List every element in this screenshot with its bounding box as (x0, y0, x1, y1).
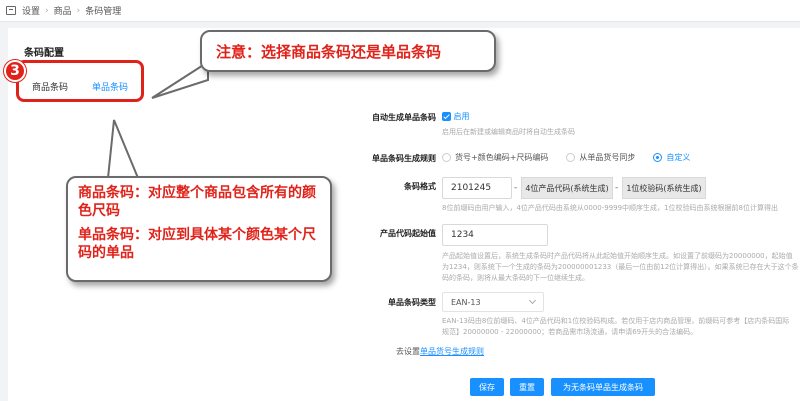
start-hint-line1: 产品起始值设置后，系统生成条码时产品代码将从此起始值开始顺序生成。如设置了前缀码… (442, 252, 793, 260)
format-separator: - (514, 183, 518, 193)
type-hint-line1: EAN-13码由8位前缀码、4位产品代码和1位校验码构成。若仅用于店内商品管理，… (442, 317, 790, 325)
generate-barcode-button[interactable]: 为无条码单品生成条码 (551, 378, 655, 396)
rule-option-sync[interactable]: 从单品货号同步 (566, 152, 635, 163)
breadcrumb-separator: › (45, 5, 49, 16)
goto-prefix: 去设置 (396, 347, 420, 356)
start-hint-line2: 为1234，则系统下一个生成的条码为200000001233（最后一位由前12位… (442, 263, 799, 271)
rule-label: 单品条码生成规则 (372, 154, 436, 163)
rule-option-custom[interactable]: 自定义 (653, 152, 690, 163)
home-icon[interactable] (6, 6, 16, 15)
rule-radio-group: 货号+颜色编码+尺码编码 从单品货号同步 自定义 (442, 152, 690, 163)
auto-gen-checkbox-label: 启用 (453, 112, 470, 121)
type-select[interactable]: EAN-13 (442, 292, 544, 312)
check-digit-segment: 1位校验码(系统生成) (622, 177, 706, 199)
sku-rule-link[interactable]: 单品货号生成规则 (420, 347, 484, 356)
type-label: 单品条码类型 (388, 298, 436, 307)
callout-pointer-2 (106, 119, 140, 179)
rule-option-label: 货号+颜色编码+尺码编码 (455, 153, 549, 162)
prefix-input[interactable]: 2101245 (442, 177, 512, 199)
rule-option-sku-color-size[interactable]: 货号+颜色编码+尺码编码 (442, 152, 548, 163)
radio-selected-icon[interactable] (653, 153, 663, 162)
rule-option-label: 从单品货号同步 (579, 153, 636, 162)
step-badge: 3 (4, 60, 26, 82)
start-value-label: 产品代码起始值 (380, 229, 436, 238)
auto-gen-label: 自动生成单品条码 (372, 113, 436, 122)
breadcrumb-product[interactable]: 商品 (54, 4, 72, 17)
page-title: 条码配置 (24, 48, 64, 59)
highlight-box (16, 60, 144, 102)
type-select-value: EAN-13 (451, 297, 481, 307)
rule-option-label: 自定义 (666, 153, 691, 162)
callout-product-barcode: 商品条码：对应整个商品包含所有的颜色尺码 (78, 185, 316, 219)
breadcrumb-barcode: 条码管理 (85, 7, 122, 17)
breadcrumb-bar: 设置 › 商品 › 条码管理 (0, 0, 800, 22)
auto-gen-hint: 启用后在新建或编辑商品时将自动生成条码 (442, 128, 575, 136)
callout-note: 注意：选择商品条码还是单品条码 (200, 30, 496, 72)
chevron-down-icon (528, 296, 537, 305)
product-code-segment: 4位产品代码(系统生成) (521, 177, 613, 199)
format-label: 条码格式 (404, 182, 436, 191)
radio-icon[interactable] (442, 153, 451, 162)
start-value-input[interactable]: 1234 (442, 224, 548, 246)
radio-icon[interactable] (566, 153, 576, 162)
callout-explanation: 商品条码：对应整个商品包含所有的颜色尺码 单品条码：对应到具体某个颜色某个尺码的… (66, 176, 332, 282)
start-hint-line3: 码的条码，则将从最大条码的下一位继续生成。 (442, 274, 589, 282)
auto-gen-toggle[interactable]: 启用 (442, 111, 470, 122)
format-hint: 8位前缀码由用户输入，4位产品代码由系统从0000-9999中顺序生成，1位校验… (442, 204, 778, 212)
callout-sku-barcode: 单品条码：对应到具体某个颜色某个尺码的单品 (78, 227, 316, 261)
format-separator: - (615, 183, 619, 193)
breadcrumb-settings[interactable]: 设置 (22, 4, 40, 17)
breadcrumb-separator: › (76, 5, 81, 16)
goto-settings: 去设置单品货号生成规则 (396, 346, 484, 357)
type-hint-line2: 规范】20000000 - 22000000；若商品需市场流通，请申请69开头的… (442, 328, 698, 336)
save-button[interactable]: 保存 (470, 378, 504, 396)
checkbox-icon[interactable] (442, 112, 451, 121)
reset-button[interactable]: 重置 (510, 378, 544, 396)
